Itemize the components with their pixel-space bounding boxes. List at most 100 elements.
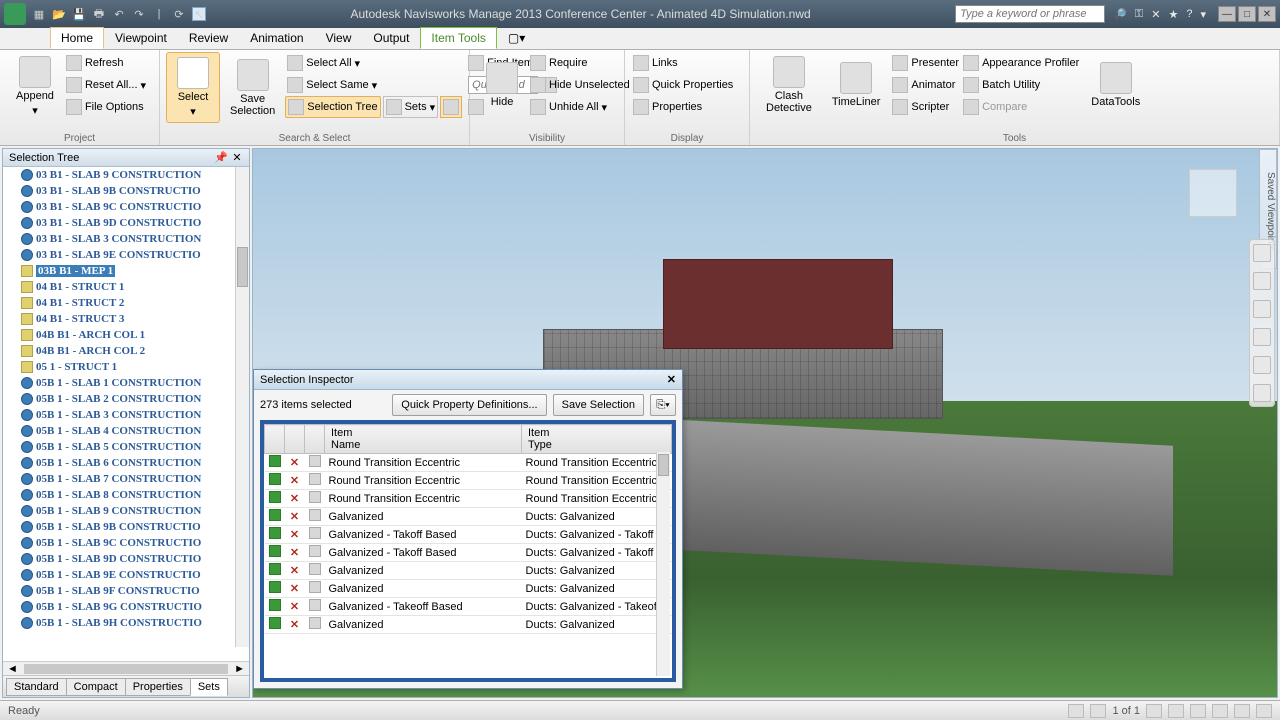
quick-property-definitions-button[interactable]: Quick Property Definitions... [392,394,546,416]
select-same-button[interactable]: Select Same ▾ [285,74,462,96]
col-play[interactable] [265,425,285,454]
undo-icon[interactable]: ↶ [112,7,126,21]
tree-tab-properties[interactable]: Properties [125,678,191,696]
tree-item[interactable]: 05B 1 - SLAB 9B CONSTRUCTIO [3,519,235,535]
save-selection-button[interactable]: Save Selection [553,394,644,416]
refresh-button[interactable]: Refresh [64,52,148,74]
play-icon[interactable] [269,617,281,629]
panel-close-icon[interactable]: ✕ [231,151,243,163]
tab-view[interactable]: View [315,27,363,49]
table-row[interactable]: ✕Round Transition EccentricRound Transit… [265,472,672,490]
keyword-search-input[interactable] [955,5,1105,23]
maximize-button[interactable]: □ [1238,6,1256,22]
pointer-icon[interactable]: ↖ [192,7,206,21]
datatools-button[interactable]: DataTools [1081,52,1150,118]
memory-icon[interactable] [1212,704,1228,718]
tree-item[interactable]: 05 1 - STRUCT 1 [3,359,235,375]
tree-tab-standard[interactable]: Standard [6,678,67,696]
quick-properties-button[interactable]: Quick Properties [631,74,743,96]
inspector-header[interactable]: Selection Inspector ✕ [254,370,682,390]
tree-item[interactable]: 05B 1 - SLAB 5 CONSTRUCTION [3,439,235,455]
tree-hscrollbar[interactable]: ◄► [3,661,249,675]
play-icon[interactable] [269,473,281,485]
nav-prev-icon[interactable] [1090,704,1106,718]
sets-button[interactable]: Sets ▾ [383,96,439,118]
require-button[interactable]: Require [528,52,632,74]
tree-item[interactable]: 05B 1 - SLAB 9G CONSTRUCTIO [3,599,235,615]
select-button[interactable]: Select ▾ [166,52,220,123]
remove-icon[interactable]: ✕ [289,582,301,594]
remove-icon[interactable]: ✕ [289,564,301,576]
new-icon[interactable]: ▦ [32,7,46,21]
remove-icon[interactable]: ✕ [289,456,301,468]
tree-item[interactable]: 04B B1 - ARCH COL 1 [3,327,235,343]
reset-all-button[interactable]: Reset All... ▾ [64,74,148,96]
play-icon[interactable] [269,581,281,593]
viewport-3d[interactable]: Saved Viewpoints Selection Inspector ✕ 2… [252,148,1278,698]
selection-tree-button[interactable]: Selection Tree [285,96,380,118]
tab-animation[interactable]: Animation [239,27,314,49]
tree-item[interactable]: 04 B1 - STRUCT 1 [3,279,235,295]
tree-item[interactable]: 04 B1 - STRUCT 2 [3,295,235,311]
table-row[interactable]: ✕GalvanizedDucts: Galvanized [265,562,672,580]
remove-icon[interactable]: ✕ [289,618,301,630]
help-icon[interactable]: ? [1186,8,1192,20]
refresh-icon[interactable]: ⟳ [172,7,186,21]
play-icon[interactable] [269,509,281,521]
key-icon[interactable]: ⚿ [1135,8,1143,21]
remove-icon[interactable]: ✕ [289,474,301,486]
play-icon[interactable] [269,527,281,539]
export-button[interactable]: ⎘▾ [650,394,676,416]
table-row[interactable]: ✕GalvanizedDucts: Galvanized [265,616,672,634]
tree-item[interactable]: 03 B1 - SLAB 9B CONSTRUCTIO [3,183,235,199]
tree-item[interactable]: 05B 1 - SLAB 9F CONSTRUCTIO [3,583,235,599]
play-icon[interactable] [269,491,281,503]
play-icon[interactable] [269,563,281,575]
pan-icon[interactable] [1253,272,1271,290]
unhide-all-button[interactable]: Unhide All ▾ [528,96,632,118]
app-menu-icon[interactable] [4,3,26,25]
tree-item[interactable]: 05B 1 - SLAB 1 CONSTRUCTION [3,375,235,391]
disk-icon[interactable] [1190,704,1206,718]
steering-icon[interactable] [1253,244,1271,262]
tree-tab-sets[interactable]: Sets [190,678,228,696]
col-item-name[interactable]: Item Name [325,425,522,454]
tree-item[interactable]: 05B 1 - SLAB 4 CONSTRUCTION [3,423,235,439]
scripter-button[interactable]: Scripter [890,96,961,118]
redo-icon[interactable]: ↷ [132,7,146,21]
grid-icon[interactable] [1256,704,1272,718]
animator-button[interactable]: Animator [890,74,961,96]
tree-item[interactable]: 05B 1 - SLAB 9C CONSTRUCTIO [3,535,235,551]
tab-output[interactable]: Output [362,27,420,49]
orbit-icon[interactable] [1253,328,1271,346]
file-options-button[interactable]: File Options [64,96,148,118]
tree-item[interactable]: 03 B1 - SLAB 9D CONSTRUCTIO [3,215,235,231]
table-row[interactable]: ✕Round Transition EccentricRound Transit… [265,490,672,508]
play-icon[interactable] [269,545,281,557]
tab-home[interactable]: Home [50,27,104,49]
table-row[interactable]: ✕Galvanized - Takoff BasedDucts: Galvani… [265,526,672,544]
tab-review[interactable]: Review [178,27,239,49]
tree-item[interactable]: 03 B1 - SLAB 9E CONSTRUCTIO [3,247,235,263]
nav-last-icon[interactable] [1168,704,1184,718]
timeliner-button[interactable]: TimeLiner [822,52,891,118]
look-icon[interactable] [1253,356,1271,374]
selection-inspector-button[interactable] [440,96,462,118]
remove-icon[interactable]: ✕ [289,546,301,558]
tree-item[interactable]: 03 B1 - SLAB 9C CONSTRUCTIO [3,199,235,215]
tree-vscrollbar[interactable] [235,167,249,647]
play-icon[interactable] [269,599,281,611]
presenter-button[interactable]: Presenter [890,52,961,74]
grid-scroll-thumb[interactable] [658,454,669,476]
tree-item[interactable]: 05B 1 - SLAB 9H CONSTRUCTIO [3,615,235,631]
tab-expand-icon[interactable]: ▢▾ [497,27,536,49]
inspector-close-icon[interactable]: ✕ [667,373,676,386]
remove-icon[interactable]: ✕ [289,510,301,522]
walk-icon[interactable] [1253,384,1271,402]
pencil-icon[interactable] [1234,704,1250,718]
tree-item[interactable]: 04B B1 - ARCH COL 2 [3,343,235,359]
nav-first-icon[interactable] [1068,704,1084,718]
tree-item[interactable]: 04 B1 - STRUCT 3 [3,311,235,327]
batch-utility-button[interactable]: Batch Utility [961,74,1081,96]
col-remove[interactable] [285,425,305,454]
